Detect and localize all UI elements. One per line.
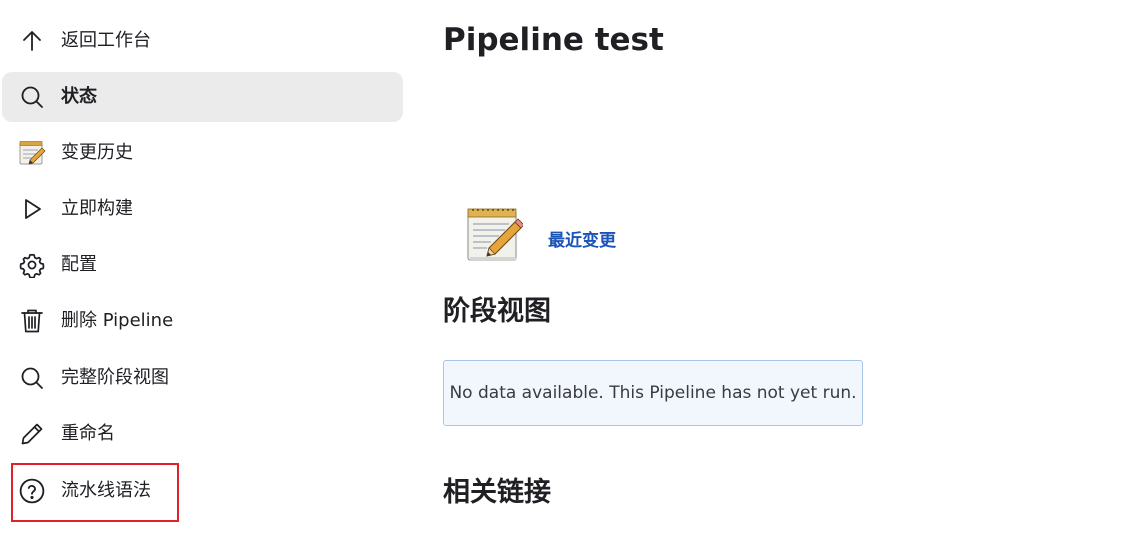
main-content: Pipeline test 最近变更 阶段视图 No data availabl…	[443, 0, 1143, 533]
search-icon	[18, 85, 46, 109]
sidebar-item-label: 重命名	[61, 423, 115, 444]
sidebar-item-label: 删除 Pipeline	[61, 310, 174, 331]
help-circle-icon	[18, 478, 46, 504]
gear-icon	[18, 253, 46, 278]
notepad-icon	[467, 208, 523, 261]
sidebar-item-label: 流水线语法	[61, 480, 151, 501]
arrow-up-icon	[18, 29, 46, 53]
sidebar-item-full-stage-view[interactable]: 完整阶段视图	[2, 353, 403, 403]
notepad-icon	[18, 141, 46, 165]
search-icon	[18, 366, 46, 390]
sidebar: 返回工作台 状态 变更历史 立即构建 配置 删除 Pipeline 完整阶段视图…	[0, 0, 410, 533]
sidebar-item-label: 返回工作台	[61, 30, 151, 51]
page-title: Pipeline test	[443, 22, 664, 58]
pencil-icon	[18, 422, 46, 446]
sidebar-item-label: 配置	[61, 254, 97, 275]
recent-changes-link[interactable]: 最近变更	[548, 226, 616, 251]
sidebar-item-build-now[interactable]: 立即构建	[2, 184, 403, 234]
sidebar-item-status[interactable]: 状态	[2, 72, 403, 122]
sidebar-item-label: 完整阶段视图	[61, 367, 169, 388]
stage-view-empty-text: No data available. This Pipeline has not…	[449, 383, 857, 403]
sidebar-item-delete-pipeline[interactable]: 删除 Pipeline	[2, 296, 403, 346]
sidebar-item-label: 状态	[61, 86, 97, 107]
sidebar-item-back-to-dashboard[interactable]: 返回工作台	[2, 16, 403, 66]
sidebar-item-label: 立即构建	[61, 198, 133, 219]
sidebar-item-change-history[interactable]: 变更历史	[2, 128, 403, 178]
sidebar-item-configure[interactable]: 配置	[2, 240, 403, 290]
related-links-title: 相关链接	[443, 477, 551, 508]
sidebar-item-label: 变更历史	[61, 142, 133, 163]
sidebar-item-pipeline-syntax[interactable]: 流水线语法	[2, 466, 403, 516]
sidebar-item-rename[interactable]: 重命名	[2, 409, 403, 459]
stage-view-title: 阶段视图	[443, 296, 551, 327]
recent-changes: 最近变更	[465, 206, 665, 266]
play-icon	[18, 197, 46, 221]
trash-icon	[18, 309, 46, 333]
stage-view-empty-notice: No data available. This Pipeline has not…	[443, 360, 863, 426]
